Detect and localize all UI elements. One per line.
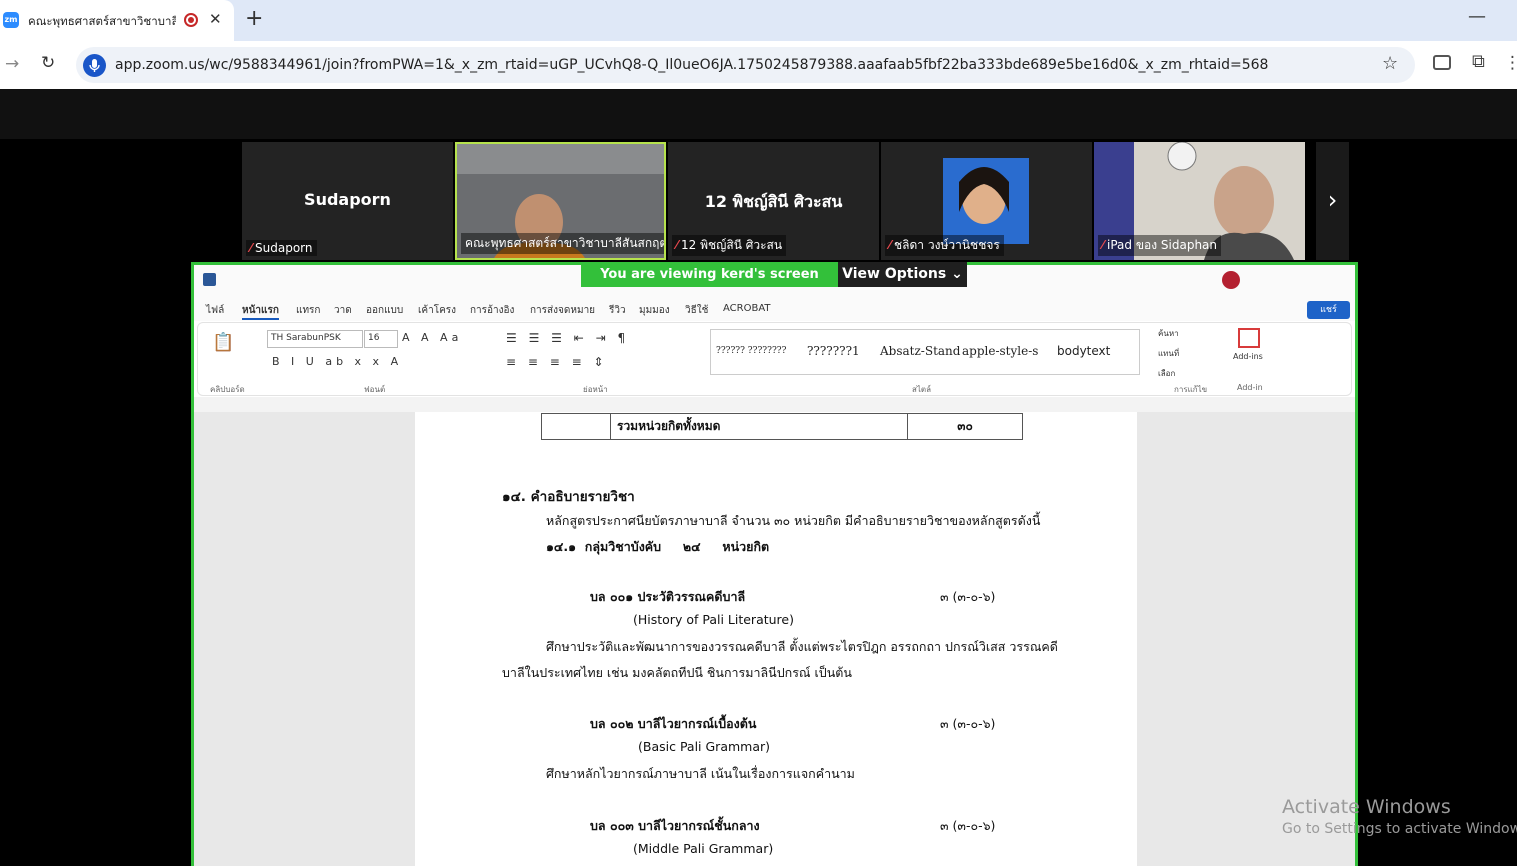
credits-table: รวมหน่วยกิตทั้งหมด ๓๐: [541, 413, 1023, 440]
minimize-window-button[interactable]: —: [1468, 6, 1486, 27]
tab-review[interactable]: รีวิว: [609, 303, 626, 318]
group-heading: ๑๔.๑ กลุ่มวิชาบังคับ ๒๔ หน่วยกิต: [546, 539, 770, 554]
style-item[interactable]: ???????1: [807, 344, 860, 358]
muted-mic-icon: ⁄: [889, 238, 892, 252]
font-format-icons[interactable]: B I U ab x x A: [272, 355, 402, 368]
tab-insert[interactable]: แทรก: [296, 303, 320, 318]
group-label-addin: Add-in: [1237, 383, 1263, 392]
tab-file[interactable]: ไฟล์: [206, 303, 224, 318]
font-size-select[interactable]: 16: [364, 330, 398, 348]
tab-home[interactable]: หน้าแรก: [242, 303, 279, 320]
find-button[interactable]: ค้นหา: [1158, 327, 1179, 340]
muted-mic-icon: ⁄: [676, 238, 679, 252]
group-label-font: ฟอนต์: [364, 385, 386, 394]
browser-toolbar: → ↻ app.zoom.us/wc/9588344961/join?fromP…: [0, 41, 1517, 89]
participant-big-name: Sudaporn: [304, 190, 391, 209]
table-cell: [542, 414, 611, 439]
course-english-title: (Basic Pali Grammar): [638, 739, 771, 754]
participant-tile[interactable]: ⁄ ชลิดา วงษ์วานิชชจร: [881, 142, 1092, 260]
new-tab-button[interactable]: +: [245, 6, 263, 31]
group-label-styles: สไตล์: [912, 385, 932, 394]
participant-tile[interactable]: ⁄ iPad ของ Sidaphan: [1094, 142, 1305, 260]
activation-watermark-title: Activate Windows: [1282, 796, 1451, 818]
zoom-favicon-icon: zm: [3, 12, 19, 28]
font-name-select[interactable]: TH SarabunPSK: [267, 330, 363, 348]
add-ins-icon[interactable]: [1238, 328, 1260, 348]
extensions-icon[interactable]: ⧉: [1472, 51, 1485, 72]
course-english-title: (History of Pali Literature): [633, 612, 794, 627]
tab-mailings[interactable]: การส่งจดหมาย: [530, 303, 595, 318]
close-tab-icon[interactable]: ✕: [209, 10, 222, 28]
participant-label: ⁄ 12 พิชญ์สินี ศิวะสน: [672, 235, 787, 256]
course-credits: ๓ (๓-๐-๖): [940, 716, 996, 731]
table-cell-total-value: ๓๐: [957, 419, 973, 433]
style-item[interactable]: bodytext: [1057, 344, 1110, 358]
style-item[interactable]: apple-style-s: [962, 344, 1038, 358]
participant-label: คณะพุทธศาสตร์สาขาวิชาบาลีสันสกฤต: [461, 233, 664, 254]
replace-button[interactable]: แทนที่: [1158, 347, 1179, 360]
participant-label: ⁄ ชลิดา วงษ์วานิชชจร: [885, 235, 1004, 256]
participant-label: ⁄ iPad ของ Sidaphan: [1098, 235, 1222, 256]
muted-mic-icon: ⁄: [1102, 238, 1105, 252]
tab-references[interactable]: การอ้างอิง: [470, 303, 514, 318]
more-menu-icon[interactable]: ⋮: [1504, 53, 1517, 73]
alignment-icons[interactable]: ≡ ≡ ≡ ≡ ⇕: [506, 355, 608, 369]
participant-tile-active-speaker[interactable]: คณะพุทธศาสตร์สาขาวิชาบาลีสันสกฤต: [455, 142, 666, 260]
meeting-top-bar: [0, 89, 1517, 139]
tab-help[interactable]: วิธีใช้: [685, 303, 708, 318]
intro-paragraph: หลักสูตรประกาศนียบัตรภาษาบาลี จำนวน ๓๐ ห…: [546, 513, 1041, 528]
style-item[interactable]: ?????? ????????: [716, 346, 786, 356]
tab-title: คณะพุทธศาสตร์สาขาวิชาบาลีสันสกฤต: [28, 14, 176, 28]
tab-draw[interactable]: วาด: [334, 303, 352, 318]
course-title: บล ๐๐๒ บาลีไวยากรณ์เบื้องต้น: [590, 716, 757, 731]
course-description: ศึกษาหลักไวยากรณ์ภาษาบาลี เน้นในเรื่องกา…: [546, 766, 855, 781]
microphone-icon[interactable]: [83, 54, 106, 77]
group-label-editing: การแก้ไข: [1174, 385, 1208, 394]
tab-design[interactable]: ออกแบบ: [366, 303, 403, 318]
add-ins-label[interactable]: Add-ins: [1233, 352, 1263, 361]
horizontal-ruler[interactable]: [194, 397, 1355, 412]
paste-icon[interactable]: 📋: [212, 332, 238, 353]
tab-acrobat[interactable]: ACROBAT: [723, 303, 771, 314]
next-page-chevron-icon[interactable]: ›: [1316, 142, 1349, 260]
word-logo-icon: [203, 273, 216, 286]
course-description: บาลีในประเทศไทย เช่น มงคลัตถทีปนี ชินการ…: [502, 665, 852, 680]
font-grow-shrink-icon[interactable]: A A Aa: [402, 331, 462, 344]
cast-icon[interactable]: [1433, 55, 1451, 70]
user-avatar[interactable]: [1222, 271, 1240, 289]
word-share-button[interactable]: แชร์: [1307, 301, 1350, 319]
participant-tile[interactable]: 12 พิชญ์สินี ศิวะสน ⁄ 12 พิชญ์สินี ศิวะสน: [668, 142, 879, 260]
participant-tile[interactable]: Sudaporn ⁄ Sudaporn: [242, 142, 453, 260]
course-english-title: (Middle Pali Grammar): [633, 841, 774, 856]
course-description: ศึกษาประวัติและพัฒนาการของวรรณคดีบาลี ตั…: [546, 639, 1058, 654]
style-item[interactable]: Absatz-Stand: [880, 344, 960, 358]
group-label-clipboard: คลิปบอร์ด: [210, 385, 245, 394]
activation-watermark-subtitle: Go to Settings to activate Windows.: [1282, 821, 1517, 837]
course-title: บล ๐๐๓ บาลีไวยากรณ์ชั้นกลาง: [590, 818, 760, 833]
url-text[interactable]: app.zoom.us/wc/9588344961/join?fromPWA=1…: [115, 57, 1268, 73]
participant-label: ⁄ Sudaporn: [246, 240, 317, 256]
table-cell-total-label: รวมหน่วยกิตทั้งหมด: [611, 414, 908, 439]
view-options-button[interactable]: View Options ⌄: [838, 262, 967, 287]
select-button[interactable]: เลือก: [1158, 367, 1175, 380]
course-title: บล ๐๐๑ ประวัติวรรณคดีบาลี: [590, 589, 746, 604]
chevron-down-icon: ⌄: [951, 266, 963, 282]
recording-icon: [184, 13, 198, 27]
tab-view[interactable]: มุมมอง: [639, 303, 670, 318]
reload-button[interactable]: ↻: [41, 53, 55, 73]
muted-mic-icon: ⁄: [250, 241, 253, 255]
viewing-screen-banner: You are viewing kerd's screen: [581, 262, 838, 287]
participant-big-name: 12 พิชญ์สินี ศิวะสน: [704, 192, 843, 211]
list-icons[interactable]: ☰ ☰ ☰ ⇤ ⇥ ¶: [506, 331, 629, 345]
tab-layout[interactable]: เค้าโครง: [418, 303, 456, 318]
section-heading: ๑๔. คำอธิบายรายวิชา: [502, 489, 635, 505]
course-credits: ๓ (๓-๐-๖): [940, 818, 996, 833]
course-credits: ๓ (๓-๐-๖): [940, 589, 996, 604]
bookmark-star-icon[interactable]: ☆: [1382, 53, 1398, 74]
group-label-paragraph: ย่อหน้า: [583, 385, 608, 394]
forward-button[interactable]: →: [5, 54, 19, 74]
